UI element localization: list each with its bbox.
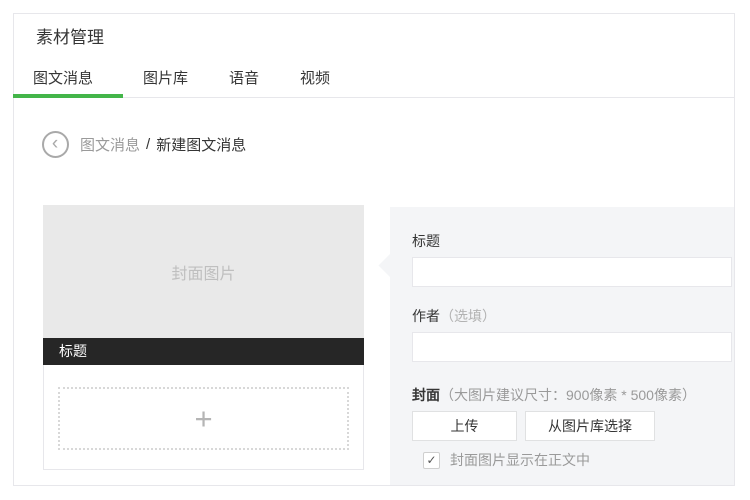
author-label: 作者（选填） [412,306,496,326]
tab-image-library[interactable]: 图片库 [143,69,188,89]
active-tab-indicator [13,94,123,98]
add-article-dropzone[interactable]: + [58,387,349,450]
page-title: 素材管理 [36,28,104,47]
material-management-card: 素材管理 图文消息 图片库 语音 视频 ‹ 图文消息 / 新建图文消息 封面图片… [13,13,735,486]
author-input[interactable] [412,332,732,362]
breadcrumb-parent[interactable]: 图文消息 [80,134,140,155]
author-optional-hint: （选填） [440,308,496,324]
breadcrumb-current: 新建图文消息 [156,137,247,154]
preview-body: + [43,365,364,470]
cover-buttons-row: 上传 从图片库选择 [412,411,655,441]
cover-image-placeholder[interactable]: 封面图片 [43,205,364,338]
edit-form-panel: 标题 作者（选填） 封面（大图片建议尺寸：900像素 * 500像素） 上传 从… [378,207,734,485]
preview-title-text: 标题 [59,343,87,359]
panel-pointer [378,253,403,278]
upload-button[interactable]: 上传 [412,411,517,441]
cover-checkbox-label[interactable]: 封面图片显示在正文中 [450,450,590,470]
tab-voice[interactable]: 语音 [229,69,259,89]
breadcrumb: ‹ 图文消息 / 新建图文消息 [42,131,246,158]
back-button[interactable]: ‹ [42,131,69,158]
title-label: 标题 [412,233,440,249]
title-input[interactable] [412,257,732,287]
tab-video[interactable]: 视频 [300,69,330,89]
cover-checkbox-row: ✓ 封面图片显示在正文中 [423,450,590,470]
cover-label-text: 封面 [412,387,440,403]
tab-image-text-message[interactable]: 图文消息 [33,69,93,89]
breadcrumb-separator: / [146,136,151,153]
cover-size-hint: （大图片建议尺寸：900像素 * 500像素） [440,387,696,403]
preview-title-bar: 标题 [43,338,364,365]
article-preview-card: 封面图片 标题 + [43,205,364,470]
plus-icon: + [194,401,213,436]
checkmark-icon: ✓ [426,453,437,467]
cover-placeholder-label: 封面图片 [171,265,236,283]
author-label-text: 作者 [412,308,440,324]
cover-label: 封面（大图片建议尺寸：900像素 * 500像素） [412,385,696,405]
back-arrow-icon: ‹ [51,132,59,154]
cover-in-body-checkbox[interactable]: ✓ [423,451,440,469]
choose-from-library-button[interactable]: 从图片库选择 [525,411,655,441]
